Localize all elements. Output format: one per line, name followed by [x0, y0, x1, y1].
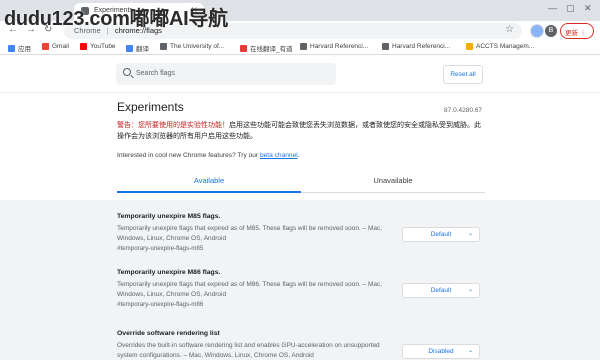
chevron-down-icon: ⌄ — [467, 287, 473, 293]
bookmark-label: YouTube — [90, 43, 116, 50]
accts-icon — [466, 43, 473, 50]
bookmark-harvard-1[interactable]: Harvard Referenci... — [300, 43, 368, 50]
search-input[interactable]: Search flags — [116, 63, 336, 85]
search-icon — [123, 68, 131, 76]
extension-icon[interactable] — [530, 24, 544, 38]
bookmark-label: The University of... — [170, 43, 225, 50]
flag-anchor-link[interactable]: #temporary-unexpire-flags-m85 — [117, 245, 485, 252]
minimize-icon[interactable]: — — [548, 3, 557, 13]
flag-description: Temporarily unexpire flags that expired … — [117, 281, 383, 298]
flag-select[interactable]: Default ⌄ — [402, 283, 480, 298]
youtube-icon — [80, 43, 87, 50]
chevron-down-icon: ⌄ — [467, 348, 473, 354]
maximize-icon[interactable]: ▢ — [566, 3, 575, 14]
flags-search-band: Search flags Reset all — [0, 55, 600, 93]
flags-list: Temporarily unexpire M85 flags. Temporar… — [0, 200, 600, 360]
watermark-text: dudu123.com嘟嘟AI导航 — [4, 8, 228, 30]
flag-anchor-link[interactable]: #temporary-unexpire-flags-m86 — [117, 301, 485, 308]
bookmark-translate[interactable]: 翻译 — [126, 43, 149, 53]
bookmark-label: ACCTS Managem... — [476, 43, 535, 50]
update-button[interactable]: 更新 ⋮ — [560, 23, 594, 39]
bookmark-star-icon[interactable]: ☆ — [505, 24, 514, 35]
bookmark-accts[interactable]: ACCTS Managem... — [466, 43, 534, 50]
interest-end: . — [297, 152, 300, 159]
document-icon — [300, 43, 307, 50]
flag-select-value: Default — [430, 231, 452, 238]
window-close-icon[interactable]: ✕ — [584, 3, 592, 14]
beta-channel-link[interactable]: beta channel — [260, 152, 298, 159]
bookmark-label: Harvard Referenci... — [392, 43, 451, 50]
chevron-down-icon: ⌄ — [467, 231, 473, 237]
tab-unavailable[interactable]: Unavailable — [301, 171, 485, 193]
bookmark-apps[interactable]: 应用 — [8, 43, 31, 53]
bookmarks-bar: 应用 Gmail YouTube 翻译 The University of...… — [0, 41, 600, 55]
bookmark-label: Gmail — [52, 43, 69, 50]
flags-tabs: Available Unavailable — [117, 171, 485, 193]
youdao-icon — [240, 44, 247, 52]
reset-all-button[interactable]: Reset all — [443, 65, 483, 84]
flag-item: Temporarily unexpire M85 flags. Temporar… — [117, 213, 485, 252]
flag-title: Temporarily unexpire M86 flags. — [117, 269, 221, 276]
flag-select-value: Default — [430, 287, 452, 294]
warning-red: 警告：您所要使用的是实验性功能！ — [117, 122, 229, 129]
flag-item: Temporarily unexpire M86 flags. Temporar… — [117, 269, 485, 308]
flag-title: Temporarily unexpire M85 flags. — [117, 213, 221, 220]
bookmark-label: 在线翻译_有道 — [250, 46, 293, 53]
interest-text: Interested in cool new Chrome features? … — [117, 152, 259, 159]
bookmark-label: 翻译 — [136, 46, 149, 53]
flag-select-value: Disabled — [428, 348, 454, 355]
flag-title: Override software rendering list — [117, 330, 220, 337]
bookmark-harvard-2[interactable]: Harvard Referenci... — [382, 43, 450, 50]
translate-icon — [126, 44, 133, 52]
flag-select[interactable]: Disabled ⌄ — [402, 344, 480, 359]
gmail-icon — [42, 43, 49, 50]
document-icon — [382, 43, 389, 50]
tab-available[interactable]: Available — [117, 171, 301, 193]
apps-grid-icon — [8, 44, 15, 52]
flag-description: Temporarily unexpire flags that expired … — [117, 225, 383, 242]
search-placeholder: Search flags — [136, 70, 175, 77]
bookmark-gmail[interactable]: Gmail — [42, 43, 69, 50]
warning-text: 警告：您所要使用的是实验性功能！启用这些功能可能会致使您丢失浏览数据，或者致使您… — [117, 121, 485, 142]
bookmark-youtube[interactable]: YouTube — [80, 43, 116, 50]
avatar[interactable]: B — [545, 25, 557, 37]
globe-icon — [160, 43, 167, 50]
version-label: 87.0.4280.67 — [444, 107, 482, 114]
flag-item: Override software rendering list Overrid… — [117, 330, 485, 360]
bookmark-label: 应用 — [18, 46, 31, 53]
page-title: Experiments — [117, 100, 184, 114]
bookmark-university[interactable]: The University of... — [160, 43, 224, 50]
bookmark-label: Harvard Referenci... — [310, 43, 369, 50]
bookmark-youdao[interactable]: 在线翻译_有道 — [240, 43, 293, 53]
flag-description: Overrides the built-in software renderin… — [117, 342, 380, 359]
interest-line: Interested in cool new Chrome features? … — [117, 152, 300, 159]
flag-select[interactable]: Default ⌄ — [402, 227, 480, 242]
